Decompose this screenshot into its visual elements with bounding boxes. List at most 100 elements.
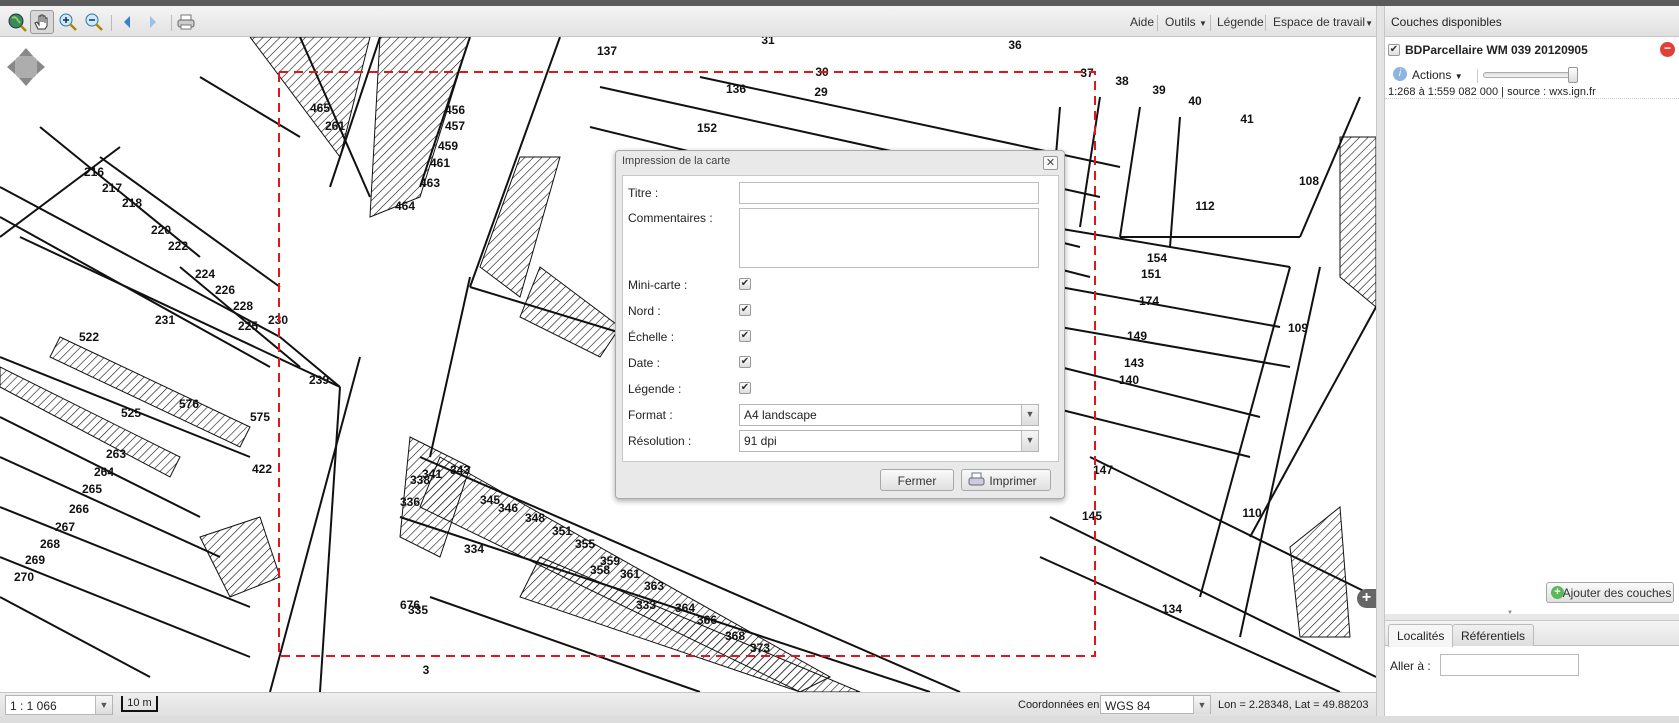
pan-control-icon[interactable] (6, 47, 46, 87)
parcel-number-label: 336 (400, 495, 420, 509)
bottom-splitter[interactable] (0, 716, 1679, 723)
chevron-down-icon: ▼ (1021, 431, 1038, 451)
parcel-number-label: 266 (69, 502, 89, 516)
zoom-out-icon[interactable] (82, 10, 106, 34)
format-label: Format : (628, 408, 673, 422)
help-menu[interactable]: Aide (1130, 15, 1154, 29)
parcel-number-label: 373 (750, 641, 770, 655)
close-icon[interactable]: ✕ (1043, 156, 1058, 170)
minimap-checkbox[interactable]: ✔ (739, 278, 751, 290)
globe-zoom-icon[interactable] (5, 10, 29, 34)
parcel-number-label: 335 (408, 603, 428, 617)
parcel-number-label: 145 (1082, 509, 1102, 523)
resolution-select[interactable]: 91 dpi ▼ (739, 430, 1039, 452)
cursor-position: Lon = 2.28348, Lat = 49.88203 (1218, 699, 1369, 711)
pan-hand-icon[interactable] (30, 10, 54, 34)
close-button[interactable]: Fermer (880, 469, 954, 491)
expand-overview-icon[interactable]: + (1357, 589, 1376, 608)
title-input[interactable] (739, 182, 1039, 204)
scale-range: 1:268 à 1:559 082 000 (1388, 86, 1499, 98)
date-checkbox[interactable]: ✔ (739, 356, 751, 368)
hatched-building (49, 336, 251, 448)
panel-splitter[interactable] (1376, 6, 1385, 716)
print-button[interactable]: Imprimer (961, 469, 1051, 491)
menu-separator (1210, 15, 1211, 31)
caret-down-icon: ▼ (1454, 72, 1463, 81)
scale-select[interactable]: 1 : 1 066 ▼ (5, 695, 113, 715)
workspace-menu[interactable]: Espace de travail▼ (1273, 15, 1373, 29)
collapse-handle[interactable]: ▼ (1495, 610, 1525, 616)
parcel-number-label: 110 (1242, 506, 1262, 520)
tools-menu[interactable]: Outils ▼ (1165, 15, 1207, 29)
parcel-number-label: 31 (761, 37, 775, 47)
parcel-number-label: 464 (395, 199, 415, 213)
minimap-label: Mini-carte : (628, 278, 688, 292)
info-icon[interactable]: i (1393, 67, 1407, 81)
parcel-boundary (1059, 366, 1261, 418)
parcel-number-label: 576 (179, 397, 199, 411)
parcel-number-label: 108 (1299, 174, 1319, 188)
legend-checkbox[interactable]: ✔ (739, 382, 751, 394)
parcel-boundary (1049, 226, 1291, 268)
opacity-slider-thumb[interactable] (1568, 67, 1578, 83)
parcel-number-label: 36 (1008, 38, 1022, 52)
actions-label: Actions (1412, 68, 1452, 82)
actions-menu[interactable]: Actions ▼ (1412, 68, 1463, 82)
north-checkbox[interactable]: ✔ (739, 304, 751, 316)
hatched-building (519, 266, 621, 358)
parcel-number-label: 174 (1139, 294, 1159, 308)
parcel-number-label: 220 (151, 223, 171, 237)
hatched-building (1289, 506, 1351, 638)
tab-referentiels[interactable]: Référentiels (1452, 624, 1535, 646)
scale-checkbox[interactable]: ✔ (739, 330, 751, 342)
layers-panel-title: Couches disponibles (1385, 6, 1679, 37)
resolution-label: Résolution : (628, 434, 692, 448)
scale-value: 1 : 1 066 (10, 699, 57, 713)
parcel-number-label: 465 (310, 101, 330, 115)
opacity-slider[interactable] (1483, 67, 1578, 83)
remove-layer-icon[interactable]: − (1660, 42, 1675, 57)
parcel-number-label: 263 (106, 447, 126, 461)
previous-view-icon[interactable] (115, 10, 139, 34)
parcel-number-label: 239 (309, 373, 329, 387)
resolution-value: 91 dpi (744, 434, 777, 448)
parcel-number-label: 154 (1147, 251, 1167, 265)
zoom-in-icon[interactable] (56, 10, 80, 34)
parcel-number-label: 228 (233, 299, 253, 313)
legend-menu[interactable]: Légende (1217, 15, 1264, 29)
crs-select[interactable]: WGS 84 ▼ (1100, 695, 1211, 714)
parcel-boundary (1169, 116, 1181, 248)
goto-input[interactable] (1440, 654, 1579, 676)
toolbar-separator (171, 15, 172, 31)
parcel-number-label: 268 (40, 537, 60, 551)
parcel-number-label: 40 (1188, 94, 1202, 108)
add-layers-label: Ajouter des couches (1562, 586, 1672, 600)
layer-visibility-checkbox[interactable]: ✔ (1388, 44, 1400, 56)
parcel-boundary (319, 386, 341, 692)
parcel-number-label: 136 (726, 82, 746, 96)
format-select[interactable]: A4 landscape ▼ (739, 404, 1039, 426)
print-icon[interactable] (174, 10, 198, 34)
parcel-boundary (1059, 286, 1281, 328)
toolbar-separator (111, 15, 112, 31)
parcel-number-label: 264 (94, 465, 114, 479)
scale-bar: 10 m (121, 696, 158, 712)
search-panel: Localités Référentiels Aller à : (1385, 620, 1679, 716)
parcel-boundary (429, 276, 471, 458)
add-layers-button[interactable]: + Ajouter des couches (1546, 582, 1674, 603)
comments-label: Commentaires : (628, 211, 713, 225)
parcel-number-label: 346 (498, 501, 518, 515)
parcel-boundary (1049, 406, 1251, 458)
next-view-icon[interactable] (141, 10, 165, 34)
north-label: Nord : (628, 304, 661, 318)
parcel-boundary (1119, 106, 1141, 238)
layer-name: BDParcellaire WM 039 20120905 (1405, 43, 1588, 57)
workspace-menu-label: Espace de travail (1273, 15, 1366, 29)
parcel-number-label: 267 (55, 520, 75, 534)
parcel-number-label: 41 (1240, 112, 1254, 126)
comments-textarea[interactable] (739, 208, 1039, 268)
layer-source: source : wxs.ign.fr (1507, 86, 1596, 98)
tab-localites[interactable]: Localités (1388, 624, 1454, 647)
layers-panel: Couches disponibles ✔ BDParcellaire WM 0… (1385, 6, 1679, 616)
parcel-number-label: 109 (1288, 321, 1308, 335)
